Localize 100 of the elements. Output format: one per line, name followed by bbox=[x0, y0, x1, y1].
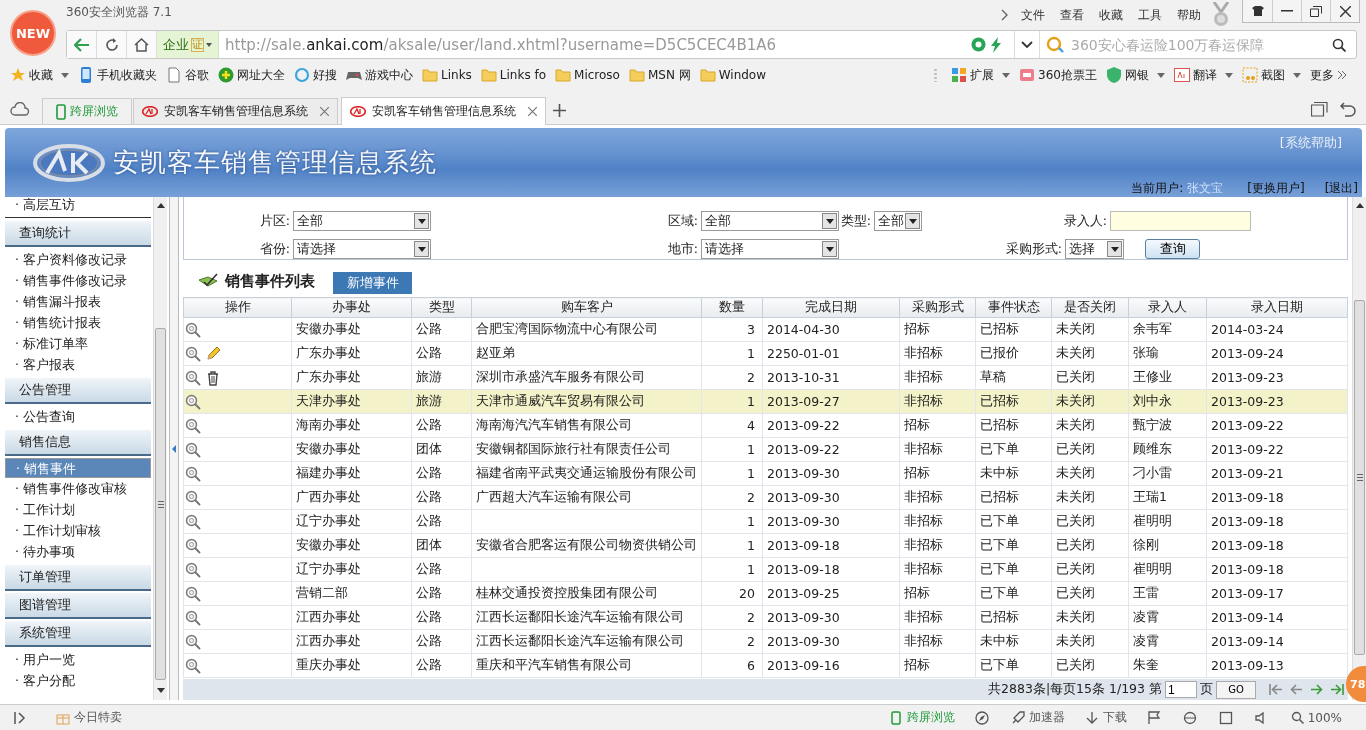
bookmark-link[interactable]: 截图 bbox=[1242, 66, 1301, 84]
menu-item[interactable]: 帮助 bbox=[1177, 6, 1201, 24]
scroll-thumb[interactable] bbox=[155, 328, 166, 680]
bookmark-link[interactable]: Links bbox=[422, 67, 472, 84]
sidebar-item[interactable]: · 标准订单率 bbox=[5, 333, 151, 354]
window-icon[interactable] bbox=[1218, 710, 1233, 725]
flag-icon[interactable] bbox=[1146, 710, 1161, 725]
magnifier-icon[interactable] bbox=[185, 417, 201, 434]
page-scrollbar[interactable] bbox=[1352, 197, 1366, 700]
sidebar-group-header[interactable]: 订单管理 bbox=[5, 565, 151, 591]
magnifier-icon[interactable] bbox=[185, 441, 201, 458]
previous-page-icon[interactable] bbox=[1290, 684, 1303, 695]
certificate-badge[interactable]: 企业 证 bbox=[157, 31, 219, 58]
magnifier-icon[interactable] bbox=[185, 657, 201, 674]
magnifier-icon[interactable] bbox=[185, 465, 201, 482]
menu-item[interactable]: 工具 bbox=[1138, 6, 1162, 24]
cloud-icon[interactable] bbox=[10, 102, 30, 116]
column-header[interactable]: 采购形式 bbox=[899, 297, 976, 318]
magnifier-icon[interactable] bbox=[185, 369, 201, 386]
sidebar-scrollbar[interactable] bbox=[153, 197, 167, 700]
magnifier-icon[interactable] bbox=[185, 609, 201, 626]
sidebar-item[interactable]: · 销售事件修改审核 bbox=[5, 478, 151, 499]
bookmark-link[interactable]: 手机收藏夹 bbox=[78, 66, 157, 84]
reload-button[interactable] bbox=[97, 31, 127, 58]
status-bar-link[interactable]: 下载 bbox=[1084, 709, 1127, 726]
url-dropdown-button[interactable] bbox=[1014, 31, 1040, 58]
bookmark-link[interactable]: 网银 bbox=[1106, 66, 1165, 84]
sidebar-item[interactable]: · 客户报表 bbox=[5, 354, 151, 375]
magnifier-icon[interactable] bbox=[185, 585, 201, 602]
windows-icon[interactable] bbox=[1311, 102, 1328, 117]
sidebar-item[interactable]: · 销售统计报表 bbox=[5, 312, 151, 333]
menu-item[interactable]: 文件 bbox=[1021, 6, 1045, 24]
column-header[interactable]: 购车客户 bbox=[471, 297, 702, 318]
home-button[interactable] bbox=[127, 31, 157, 58]
sidebar-item[interactable]: · 客户资料修改记录 bbox=[5, 249, 151, 270]
input-field[interactable] bbox=[1110, 211, 1251, 231]
new-tab-icon[interactable] bbox=[553, 104, 566, 117]
logout-link[interactable]: [退出] bbox=[1324, 180, 1358, 197]
bookmark-link[interactable]: MSN 网 bbox=[628, 66, 691, 84]
search-engine-icon[interactable] bbox=[1046, 35, 1066, 54]
go-button[interactable]: GO bbox=[1216, 680, 1256, 699]
bookmark-link[interactable]: Window bbox=[699, 67, 767, 84]
last-page-icon[interactable] bbox=[1330, 684, 1344, 695]
sidebar-group-header[interactable]: 系统管理 bbox=[5, 621, 151, 647]
first-page-icon[interactable] bbox=[1269, 684, 1283, 695]
column-header[interactable]: 办事处 bbox=[291, 297, 412, 318]
close-icon[interactable] bbox=[320, 107, 329, 116]
column-header[interactable]: 是否关闭 bbox=[1051, 297, 1129, 318]
sidebar-item[interactable]: · 高层互访 bbox=[5, 197, 151, 218]
pencil-icon[interactable] bbox=[205, 345, 221, 362]
close-icon[interactable] bbox=[528, 107, 537, 116]
switch-user-link[interactable]: [更换用户] bbox=[1247, 180, 1305, 197]
column-header[interactable]: 数量 bbox=[701, 297, 763, 318]
status-bar-link[interactable]: 加速器 bbox=[1010, 709, 1065, 726]
menu-item[interactable]: 查看 bbox=[1060, 6, 1084, 24]
magnifier-icon[interactable] bbox=[185, 513, 201, 530]
magnifier-icon[interactable] bbox=[185, 489, 201, 506]
compass-icon[interactable] bbox=[974, 710, 989, 725]
aperture-icon[interactable] bbox=[971, 37, 986, 52]
sidebar-item[interactable]: · 用户一览 bbox=[5, 649, 151, 670]
chevron-icon[interactable] bbox=[1001, 9, 1009, 21]
sidebar-toggle-icon[interactable] bbox=[14, 711, 28, 724]
select-field[interactable]: 请选择 bbox=[701, 239, 839, 259]
sidebar-group-header[interactable]: 销售信息 bbox=[5, 430, 151, 456]
magnifier-icon[interactable] bbox=[185, 537, 201, 554]
select-field[interactable]: 选择 bbox=[1065, 239, 1124, 259]
column-header[interactable]: 事件状态 bbox=[975, 297, 1052, 318]
bookmark-link[interactable]: Microso bbox=[555, 67, 620, 84]
search-icon[interactable] bbox=[1332, 37, 1346, 52]
select-field[interactable]: 全部 bbox=[293, 211, 431, 231]
drag-handle-icon[interactable] bbox=[934, 68, 938, 83]
sidebar-item[interactable]: · 销售事件 bbox=[5, 458, 151, 478]
daily-deals-link[interactable]: 今日特卖 bbox=[56, 709, 122, 726]
bookmark-link[interactable]: 扩展 bbox=[951, 66, 1011, 84]
add-event-button[interactable]: 新增事件 bbox=[333, 271, 412, 294]
magnifier-icon[interactable] bbox=[185, 561, 201, 578]
bookmark-link[interactable]: 翻译 bbox=[1174, 66, 1233, 84]
page-input[interactable]: 1 bbox=[1165, 681, 1197, 698]
bookmark-link[interactable]: 游戏中心 bbox=[346, 66, 413, 84]
menu-item[interactable]: 收藏 bbox=[1099, 6, 1123, 24]
url-field[interactable]: http://sale.ankai.com/aksale/user/land.xhtml?username=D5C5CEC4B1A6 bbox=[219, 35, 971, 54]
bookmark-link[interactable]: 谷歌 bbox=[166, 66, 209, 84]
bookmark-link[interactable]: Links fo bbox=[480, 67, 547, 84]
column-header[interactable]: 录入人 bbox=[1128, 297, 1207, 318]
bookmark-link[interactable]: 好搜 bbox=[294, 66, 337, 84]
collapse-arrow-icon[interactable] bbox=[172, 444, 176, 453]
sidebar-group-header[interactable]: 图谱管理 bbox=[5, 593, 151, 619]
query-button[interactable]: 查询 bbox=[1145, 239, 1200, 259]
browser-tab[interactable]: 安凯客车销售管理信息系统 bbox=[341, 97, 546, 125]
browser-tab[interactable]: 安凯客车销售管理信息系统 bbox=[133, 98, 338, 124]
select-field[interactable]: 全部 bbox=[874, 211, 922, 231]
browser-e-icon[interactable] bbox=[1182, 710, 1197, 725]
column-header[interactable]: 操作 bbox=[183, 297, 292, 318]
back-button[interactable] bbox=[67, 31, 97, 58]
next-page-icon[interactable] bbox=[1310, 684, 1323, 695]
lightning-icon[interactable] bbox=[990, 36, 1002, 53]
trash-icon[interactable] bbox=[205, 369, 221, 386]
sidebar-item[interactable]: · 公告查询 bbox=[5, 406, 151, 427]
sidebar-group-header[interactable]: 查询统计 bbox=[5, 221, 151, 247]
magnifier-icon[interactable] bbox=[185, 321, 201, 338]
